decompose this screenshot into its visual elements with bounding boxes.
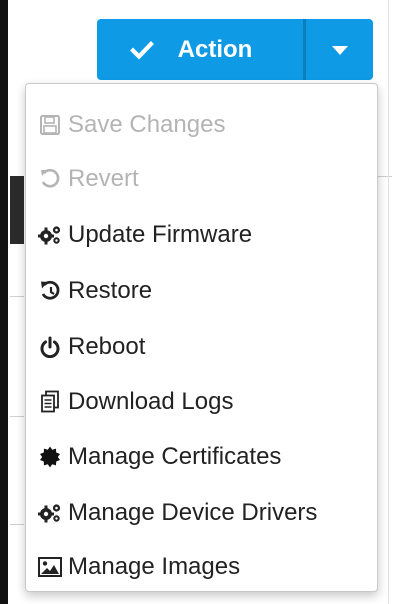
screen: Action Save Changes Revert Update Firmwa… [0, 0, 394, 604]
action-button-label: Action [177, 35, 253, 63]
floppy-disk-icon [38, 113, 62, 137]
action-split-button: Action [97, 19, 373, 80]
action-dropdown-menu: Save Changes Revert Update Firmware Rest… [25, 83, 378, 592]
menu-item-label: Revert [68, 165, 139, 192]
background-divider [378, 176, 392, 177]
background-divider [10, 524, 24, 525]
background-divider [10, 296, 24, 297]
history-icon [38, 279, 62, 303]
gears-icon [38, 501, 62, 525]
menu-item-label: Manage Certificates [68, 443, 282, 470]
menu-item-label: Restore [68, 277, 153, 304]
menu-item-label: Manage Images [68, 553, 241, 580]
certificate-icon [38, 445, 62, 469]
files-icon [38, 390, 62, 414]
check-icon [129, 40, 154, 60]
background-page-edge [0, 0, 8, 604]
menu-item-reboot[interactable]: Reboot [38, 327, 145, 367]
background-page-gap [8, 0, 10, 604]
menu-item-label: Update Firmware [68, 221, 253, 248]
menu-item-update-firmware[interactable]: Update Firmware [38, 215, 252, 255]
menu-item-manage-certificates[interactable]: Manage Certificates [38, 437, 281, 477]
menu-item-label: Save Changes [68, 111, 226, 138]
menu-item-label: Reboot [68, 333, 146, 360]
background-dark-block [10, 176, 24, 244]
caret-down-icon [331, 45, 348, 55]
action-dropdown-toggle[interactable] [306, 19, 373, 80]
menu-item-restore[interactable]: Restore [38, 271, 152, 311]
undo-icon [38, 167, 62, 191]
menu-item-label: Manage Device Drivers [68, 499, 318, 526]
menu-item-download-logs[interactable]: Download Logs [38, 382, 233, 422]
image-icon [38, 555, 62, 579]
gears-icon [38, 223, 62, 247]
power-icon [38, 335, 62, 359]
menu-item-manage-images[interactable]: Manage Images [38, 547, 240, 587]
background-right-edge [388, 0, 389, 604]
background-divider [10, 416, 24, 417]
menu-item-revert[interactable]: Revert [38, 159, 139, 199]
menu-item-manage-device-drivers[interactable]: Manage Device Drivers [38, 493, 317, 533]
menu-item-save-changes[interactable]: Save Changes [38, 105, 225, 145]
menu-item-label: Download Logs [68, 388, 234, 415]
action-button[interactable]: Action [97, 19, 303, 80]
